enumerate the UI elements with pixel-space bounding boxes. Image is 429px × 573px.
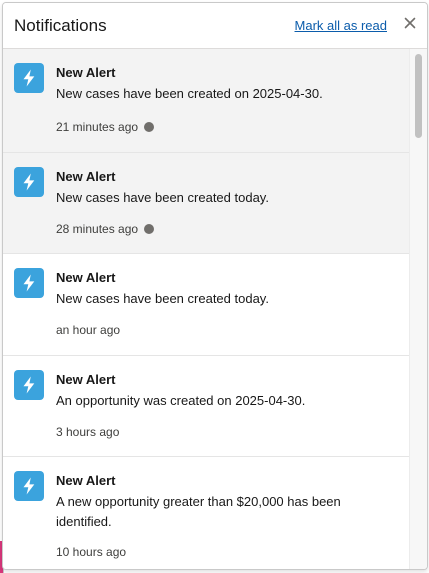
notification-title: New Alert [56,372,116,387]
notification-time-text: 21 minutes ago [56,120,139,134]
notification-time: 21 minutes ago [56,120,155,134]
lightning-bolt-icon [14,268,44,298]
notification-item[interactable]: New Alert An opportunity was created on … [3,356,410,457]
scrollbar-thumb[interactable] [415,54,422,138]
lightning-bolt-icon [14,370,44,400]
notification-list: New Alert New cases have been created on… [3,49,410,569]
notification-title: New Alert [56,65,116,80]
notification-time: 10 hours ago [56,545,127,559]
notification-item[interactable]: New Alert A new opportunity greater than… [3,457,410,569]
lightning-bolt-icon [14,471,44,501]
unread-dot-icon [144,122,155,132]
notification-item[interactable]: New Alert New cases have been created on… [3,49,410,153]
panel-title: Notifications [14,16,107,35]
panel-header: Notifications Mark all as read [3,3,427,49]
lightning-bolt-icon [14,167,44,197]
notification-body: A new opportunity greater than $20,000 h… [56,494,341,529]
notification-title: New Alert [56,270,116,285]
lightning-bolt-icon [14,63,44,93]
notification-body: New cases have been created on 2025-04-3… [56,86,323,101]
notification-time: an hour ago [56,323,121,337]
notification-time: 28 minutes ago [56,222,155,236]
notification-item[interactable]: New Alert New cases have been created to… [3,254,410,356]
notification-title: New Alert [56,473,116,488]
notification-body: New cases have been created today. [56,291,269,306]
mark-all-read-link[interactable]: Mark all as read [295,18,387,33]
notifications-panel: Notifications Mark all as read New Alert… [2,2,428,570]
unread-dot-icon [144,224,155,234]
close-icon[interactable] [402,15,418,31]
notification-time: 3 hours ago [56,425,120,439]
notification-time-text: 28 minutes ago [56,222,139,236]
vertical-scrollbar[interactable] [409,49,427,569]
notification-body: New cases have been created today. [56,190,269,205]
notification-item[interactable]: New Alert New cases have been created to… [3,153,410,254]
notification-body: An opportunity was created on 2025-04-30… [56,393,306,408]
notification-title: New Alert [56,169,116,184]
